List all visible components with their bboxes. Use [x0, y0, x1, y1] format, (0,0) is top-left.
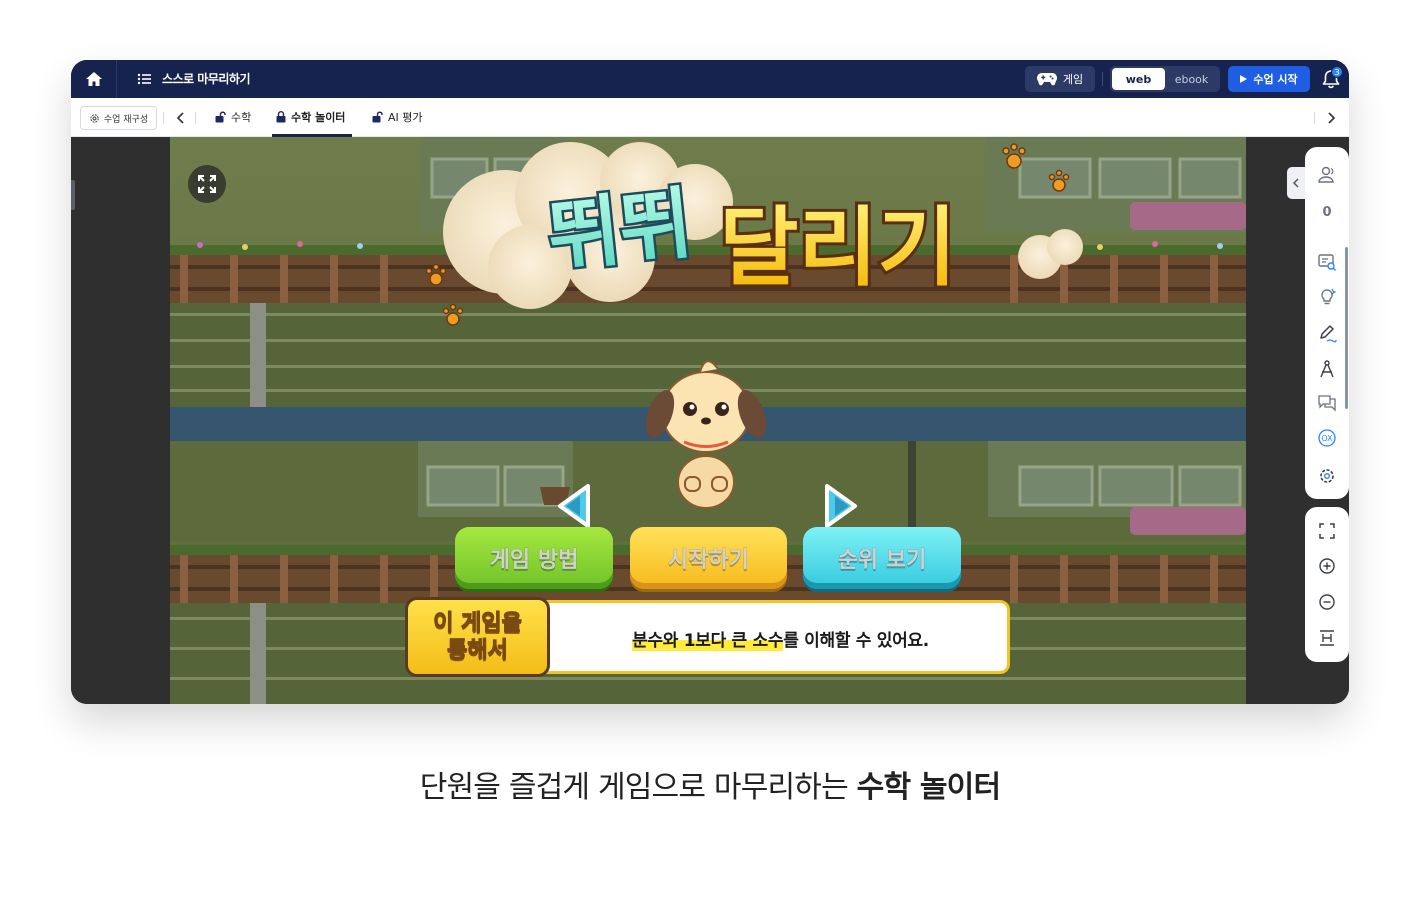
fit-width-button[interactable] — [1316, 627, 1338, 649]
compass-button[interactable] — [1316, 358, 1338, 380]
app-window: 스스로 마무리하기 게임 web ebook 수업 시작 3 수업 재구성 수학… — [71, 60, 1349, 704]
caption: 단원을 즐겁게 게임으로 마무리하는 수학 놀이터 — [0, 762, 1420, 806]
next-arrow-button[interactable] — [821, 482, 861, 530]
goal-rest: 를 이해할 수 있어요. — [783, 631, 929, 651]
top-bar: 스스로 마무리하기 게임 web ebook 수업 시작 3 — [71, 60, 1349, 98]
ox-quiz-icon: OX — [1318, 429, 1336, 447]
chat-button[interactable] — [1316, 392, 1338, 414]
zoom-out-button[interactable] — [1316, 591, 1338, 613]
settings-button[interactable] — [1316, 465, 1338, 487]
chat-icon — [1318, 395, 1336, 412]
ranking-button[interactable]: 순위 보기 — [803, 527, 961, 589]
ranking-label: 순위 보기 — [837, 548, 927, 574]
ox-quiz-button[interactable]: OX — [1316, 427, 1338, 449]
goal-label-line1: 이 게임을 — [433, 610, 523, 636]
unlock-icon — [215, 111, 226, 123]
tab-label: 수학 — [231, 111, 252, 124]
participants-button[interactable] — [1316, 164, 1338, 186]
unlock-icon — [372, 111, 383, 123]
zoom-in-button[interactable] — [1316, 555, 1338, 577]
start-game-label: 시작하기 — [668, 548, 750, 574]
caption-bold: 수학 놀이터 — [856, 770, 1001, 805]
goal-highlight: 분수와 1보다 큰 소수 — [632, 631, 784, 651]
fullscreen-button[interactable] — [1316, 520, 1338, 542]
game-button[interactable]: 게임 — [1025, 66, 1095, 92]
participant-count: 0 — [1322, 205, 1332, 220]
expand-icon — [198, 175, 216, 193]
pen-button[interactable] — [1316, 322, 1338, 344]
tab-ai-assessment[interactable]: AI 평가 — [372, 98, 423, 136]
tab-label: 수학 놀이터 — [291, 111, 346, 124]
game-button-label: 게임 — [1062, 73, 1084, 86]
reconfigure-class-button[interactable]: 수업 재구성 — [80, 106, 157, 130]
ebook-view-option[interactable]: ebook — [1165, 68, 1218, 90]
screen-search-icon — [1318, 254, 1336, 271]
divider — [195, 112, 196, 124]
gear-icon — [90, 113, 99, 123]
list-icon[interactable] — [137, 72, 151, 86]
chevron-left-icon — [1292, 178, 1299, 188]
rail-scrollbar[interactable] — [1345, 247, 1348, 409]
previous-arrow-button[interactable] — [554, 482, 594, 530]
left-panel-handle[interactable] — [71, 180, 75, 210]
awning — [1130, 202, 1246, 230]
web-view-option[interactable]: web — [1112, 68, 1165, 90]
play-icon — [1240, 75, 1248, 83]
view-toggle: web ebook — [1110, 66, 1220, 92]
awning — [1130, 507, 1246, 535]
page-title: 스스로 마무리하기 — [162, 72, 251, 86]
expand-button[interactable] — [188, 165, 226, 203]
svg-text:OX: OX — [1321, 434, 1333, 443]
game-title-part1: 뛰뛰 — [544, 179, 696, 284]
start-class-button[interactable]: 수업 시작 — [1228, 66, 1310, 92]
lock-icon — [276, 111, 286, 123]
start-game-button[interactable]: 시작하기 — [630, 527, 787, 589]
learning-goal-text: 분수와 1보다 큰 소수를 이해할 수 있어요. — [551, 626, 1010, 651]
pen-icon — [1320, 325, 1337, 343]
people-icon — [1318, 166, 1334, 183]
lightbulb-icon — [1321, 288, 1337, 305]
home-button[interactable] — [71, 60, 117, 98]
screen-search-button[interactable] — [1316, 251, 1338, 273]
divider — [1314, 112, 1315, 124]
notification-badge: 3 — [1331, 66, 1343, 78]
tab-math-playground[interactable]: 수학 놀이터 — [276, 98, 345, 136]
fullscreen-icon — [1319, 523, 1335, 539]
left-padding — [71, 137, 170, 704]
divider — [163, 112, 164, 124]
gamepad-icon — [1036, 73, 1057, 86]
zoom-in-icon — [1319, 558, 1335, 574]
caption-normal: 단원을 즐겁게 게임으로 마무리하는 — [419, 770, 857, 805]
learning-goal-label: 이 게임을 통해서 — [405, 597, 550, 677]
tab-bar: 수업 재구성 수학 수학 놀이터 AI 평가 — [71, 98, 1349, 137]
settings-icon — [1320, 469, 1334, 483]
how-to-play-label: 게임 방법 — [489, 548, 579, 574]
compass-icon — [1320, 360, 1334, 378]
chevron-left-icon[interactable] — [172, 109, 190, 127]
tab-label: AI 평가 — [388, 111, 423, 124]
collapse-rail-button[interactable] — [1287, 167, 1305, 199]
game-title-part2: 달리기 — [719, 198, 956, 298]
hint-button[interactable] — [1316, 286, 1338, 308]
start-class-label: 수업 시작 — [1253, 73, 1298, 86]
goal-label-line2: 통해서 — [447, 638, 509, 664]
zoom-out-icon — [1319, 594, 1335, 610]
fit-width-icon — [1320, 630, 1334, 646]
pole — [250, 303, 266, 407]
tab-math[interactable]: 수학 — [215, 98, 251, 136]
home-icon — [85, 72, 102, 86]
reconfigure-label: 수업 재구성 — [103, 114, 149, 125]
divider — [1102, 72, 1103, 86]
how-to-play-button[interactable]: 게임 방법 — [455, 527, 613, 589]
chevron-right-icon[interactable] — [1322, 109, 1340, 127]
